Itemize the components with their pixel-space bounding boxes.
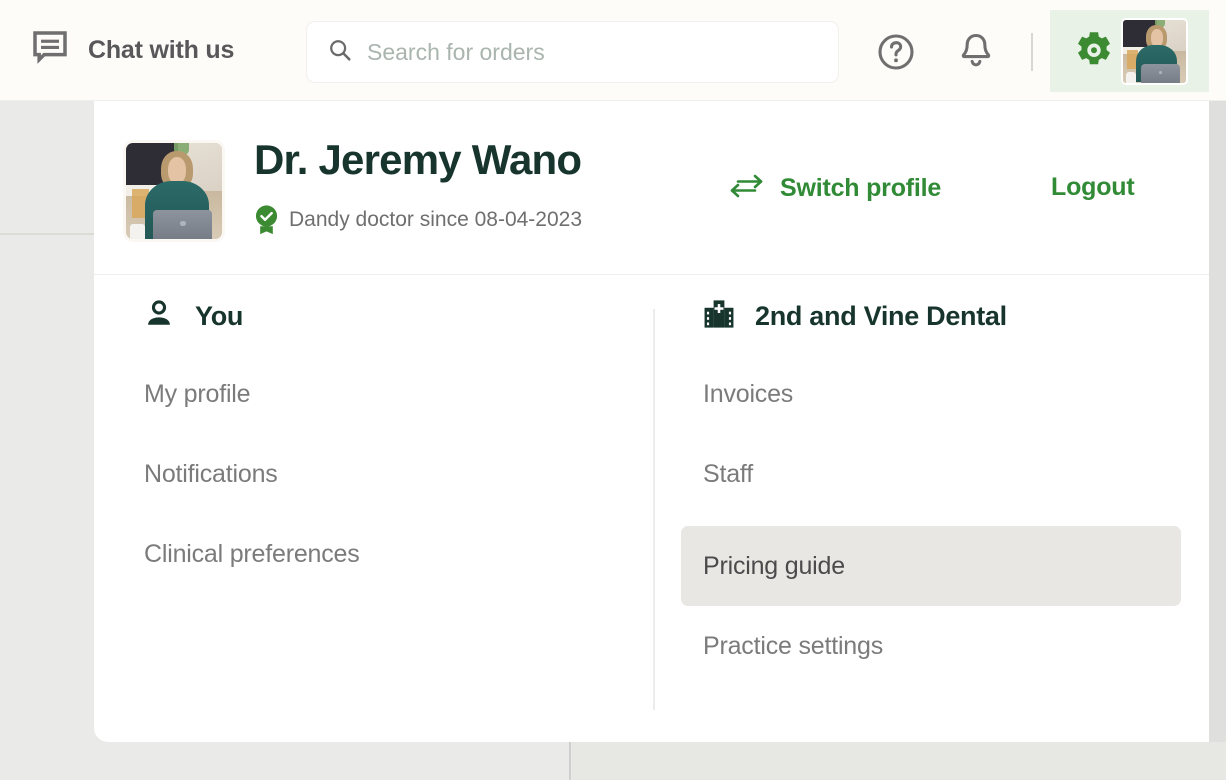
menu-you: My profile Notifications Clinical prefer…: [122, 370, 622, 578]
search-bar[interactable]: [306, 21, 839, 83]
page-backdrop-bottom-divider: [569, 742, 571, 780]
profile-header: Dr. Jeremy Wano Dandy doctor since 08-04…: [94, 101, 1209, 275]
profile-photo: [126, 143, 222, 239]
search-input[interactable]: [367, 39, 807, 66]
column-you-header: You: [142, 297, 243, 336]
chat-bubble-icon: [30, 28, 70, 73]
search-icon: [327, 37, 353, 68]
switch-profile-button[interactable]: Switch profile: [730, 173, 941, 204]
page-backdrop-bottom-right: [572, 742, 1226, 780]
settings-panel: Dr. Jeremy Wano Dandy doctor since 08-04…: [94, 101, 1209, 742]
settings-columns: You My profile Notifications Clinical pr…: [94, 275, 1209, 742]
sidebar-item-my-profile[interactable]: My profile: [122, 370, 622, 418]
sidebar-item-notifications[interactable]: Notifications: [122, 450, 622, 498]
switch-profile-label: Switch profile: [780, 174, 941, 203]
column-practice-title: 2nd and Vine Dental: [755, 301, 1007, 332]
membership-status-label: Dandy doctor since 08-04-2023: [289, 208, 582, 232]
menu-practice: Invoices Staff Pricing guide Practice se…: [681, 370, 1181, 670]
hospital-icon: [702, 297, 736, 336]
column-you-title: You: [195, 301, 243, 332]
sidebar-item-invoices[interactable]: Invoices: [681, 370, 1181, 418]
verified-badge-icon: [255, 205, 278, 235]
topbar-separator: [1031, 33, 1033, 71]
chat-with-us-button[interactable]: Chat with us: [30, 28, 234, 73]
page-backdrop-left: [0, 101, 96, 780]
column-practice-header: 2nd and Vine Dental: [702, 297, 1007, 336]
membership-status: Dandy doctor since 08-04-2023: [255, 205, 582, 235]
help-circle-icon[interactable]: [876, 32, 916, 72]
top-navigation-bar: Chat with us: [0, 0, 1226, 101]
sidebar-item-clinical-preferences[interactable]: Clinical preferences: [122, 530, 622, 578]
page-backdrop-right: [1209, 101, 1226, 780]
gear-icon[interactable]: [1071, 28, 1117, 74]
backdrop-divider: [0, 233, 96, 235]
person-icon: [142, 297, 176, 336]
avatar[interactable]: [1121, 18, 1188, 85]
account-settings-group: [1050, 10, 1209, 92]
bell-icon[interactable]: [956, 31, 996, 73]
page-title: Dr. Jeremy Wano: [254, 136, 581, 184]
sidebar-item-practice-settings[interactable]: Practice settings: [681, 622, 1181, 670]
column-you: You My profile Notifications Clinical pr…: [94, 275, 653, 742]
logout-button[interactable]: Logout: [1051, 173, 1134, 202]
chat-with-us-label: Chat with us: [88, 36, 234, 65]
sidebar-item-pricing-guide[interactable]: Pricing guide: [681, 526, 1181, 606]
swap-arrows-icon: [730, 173, 763, 204]
sidebar-item-staff[interactable]: Staff: [681, 450, 1181, 498]
column-practice: 2nd and Vine Dental Invoices Staff Prici…: [653, 275, 1209, 742]
